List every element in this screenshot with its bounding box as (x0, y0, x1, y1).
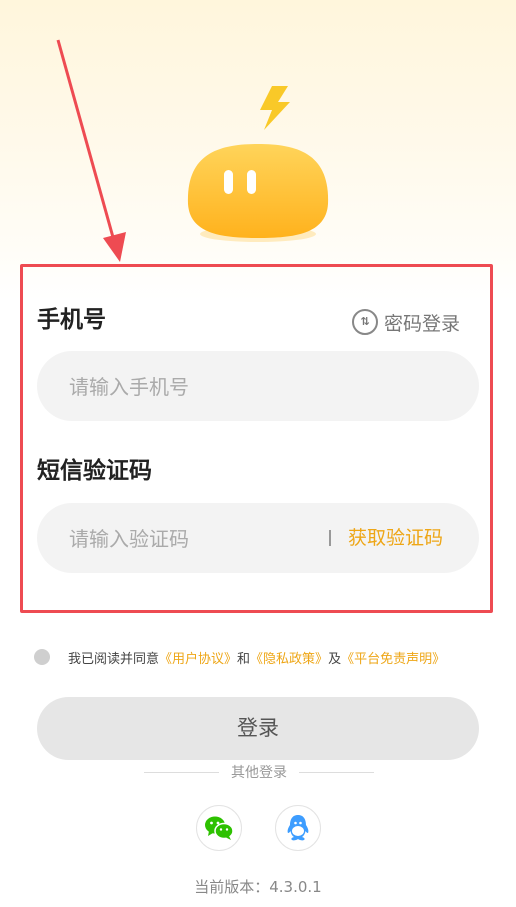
user-agreement-link[interactable]: 《用户协议》 (159, 648, 237, 667)
qq-icon (287, 815, 309, 841)
sms-code-title: 短信验证码 (37, 458, 152, 484)
agreement-prefix: 我已阅读并同意 (68, 651, 160, 667)
mascot-logo (187, 86, 329, 242)
qq-login-button[interactable] (275, 805, 321, 851)
login-button[interactable]: 登录 (37, 697, 479, 760)
switch-icon: ⇅ (352, 309, 378, 335)
privacy-policy-link[interactable]: 《隐私政策》 (250, 648, 328, 667)
phone-input[interactable] (67, 351, 331, 423)
other-login-divider: 其他登录 (144, 762, 374, 782)
phone-title: 手机号 (37, 307, 106, 333)
password-login-label: 密码登录 (384, 312, 461, 335)
agreement-and: 和 (237, 651, 251, 667)
agreement-row: 我已阅读并同意 《用户协议》 和 《隐私政策》 及 《平台免责声明》 (34, 646, 445, 668)
code-input-wrapper: 获取验证码 (37, 503, 479, 575)
divider-line-left (144, 771, 219, 773)
agreement-also: 及 (328, 651, 342, 667)
phone-input-wrapper (37, 351, 479, 423)
agreement-checkbox[interactable] (34, 649, 50, 665)
disclaimer-link[interactable]: 《平台免责声明》 (341, 648, 445, 667)
other-login-label: 其他登录 (231, 765, 287, 781)
wechat-icon (205, 816, 234, 840)
code-input[interactable] (67, 503, 331, 575)
version-text: 当前版本：4.3.0.1 (194, 878, 322, 896)
divider-line-right (299, 771, 374, 773)
wechat-login-button[interactable] (196, 805, 242, 851)
get-code-button[interactable]: 获取验证码 (348, 503, 443, 573)
divider (329, 530, 331, 546)
password-login-link[interactable]: ⇅ 密码登录 (352, 308, 460, 336)
